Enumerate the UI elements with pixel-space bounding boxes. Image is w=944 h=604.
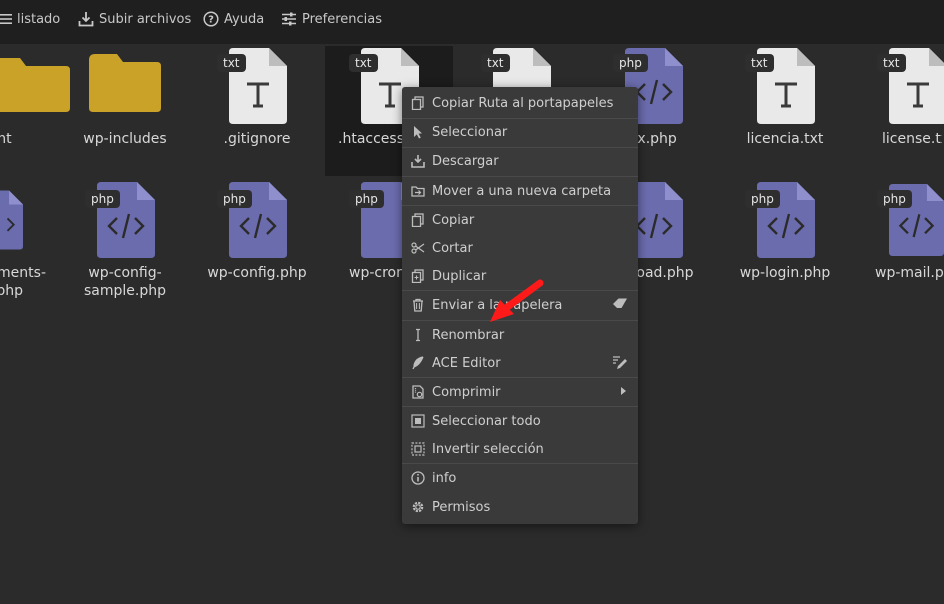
menu-item-label: Invertir selección bbox=[432, 441, 544, 457]
select-all-icon bbox=[411, 414, 425, 428]
menu-item-move-to-new-folder[interactable]: Mover a una nueva carpeta bbox=[402, 177, 638, 205]
file-item[interactable]: txt license.txt bbox=[857, 46, 944, 156]
file-type-badge: txt bbox=[481, 54, 510, 72]
file-item[interactable]: php wp-config- sample.php bbox=[65, 180, 185, 300]
gear-icon bbox=[412, 501, 424, 513]
menu-item-invert-selection[interactable]: Invertir selección bbox=[402, 435, 638, 463]
file-item[interactable]: ments- php bbox=[0, 180, 53, 300]
file-name-line2: php bbox=[0, 283, 23, 299]
upload-button[interactable]: Subir archivos bbox=[78, 0, 191, 38]
file-type-badge: php bbox=[613, 54, 648, 72]
menu-item-cut[interactable]: Cortar bbox=[402, 234, 638, 262]
file-type-badge: txt bbox=[349, 54, 378, 72]
upload-icon bbox=[78, 12, 94, 27]
file-name: .gitignore bbox=[223, 131, 291, 147]
preferences-button[interactable]: Preferencias bbox=[281, 0, 382, 38]
folder-icon bbox=[89, 54, 161, 112]
file-name: wp-mail.php bbox=[875, 265, 944, 281]
sliders-icon bbox=[282, 12, 296, 26]
file-item[interactable]: ntent bbox=[0, 50, 70, 150]
preferences-label: Preferencias bbox=[302, 11, 383, 27]
help-button[interactable]: ? Ayuda bbox=[203, 0, 264, 38]
list-view-label: listado bbox=[17, 11, 61, 27]
menu-item-label: Permisos bbox=[432, 499, 491, 515]
menu-item-label: Copiar Ruta al portapapeles bbox=[432, 95, 614, 111]
help-label: Ayuda bbox=[224, 11, 265, 27]
menu-item-label: Mover a una nueva carpeta bbox=[432, 183, 612, 199]
edit-shortcut-icon bbox=[613, 356, 627, 369]
list-view-button[interactable]: listado bbox=[0, 0, 60, 38]
red-arrow-annotation bbox=[490, 279, 544, 322]
submenu-arrow-icon bbox=[621, 387, 626, 395]
copy-icon bbox=[411, 213, 424, 227]
upload-label: Subir archivos bbox=[99, 11, 192, 27]
menu-item-copy[interactable]: Copiar bbox=[402, 206, 638, 234]
compress-icon bbox=[412, 385, 424, 399]
file-type-badge: php bbox=[85, 190, 120, 208]
menu-item-label: Descargar bbox=[432, 153, 499, 169]
folder-move-icon bbox=[411, 186, 425, 197]
file-type-badge: txt bbox=[877, 54, 906, 72]
download-icon bbox=[411, 155, 425, 168]
menu-item-info[interactable]: info bbox=[402, 464, 638, 492]
file-name: licencia.txt bbox=[746, 131, 824, 147]
file-type-badge: txt bbox=[217, 54, 246, 72]
menu-item-ace-editor[interactable]: ACE Editor bbox=[402, 349, 638, 377]
menu-item-label: info bbox=[432, 470, 457, 486]
info-icon bbox=[411, 471, 425, 485]
file-name: ntent bbox=[0, 131, 12, 147]
menu-item-label: Seleccionar bbox=[432, 124, 508, 140]
file-item[interactable]: php wp-config.php bbox=[197, 180, 317, 290]
file-item[interactable]: txt licencia.txt bbox=[725, 46, 845, 156]
eraser-icon bbox=[613, 298, 627, 308]
menu-item-permissions[interactable]: Permisos bbox=[402, 493, 638, 521]
file-item[interactable]: txt .gitignore bbox=[197, 46, 317, 156]
menu-item-label: Copiar bbox=[432, 212, 475, 228]
menu-item-label: Seleccionar todo bbox=[432, 413, 541, 429]
file-name: license.txt bbox=[882, 131, 942, 147]
text-cursor-icon bbox=[416, 328, 420, 342]
help-icon: ? bbox=[203, 11, 219, 27]
file-type-badge: php bbox=[877, 190, 912, 208]
toolbar: listado Subir archivos ? Ayuda Preferenc… bbox=[0, 0, 944, 44]
file-name: ments- bbox=[0, 265, 46, 281]
code-file-icon bbox=[0, 190, 23, 250]
file-item[interactable]: php wp-mail.php bbox=[857, 180, 944, 290]
file-name: wp-config- bbox=[88, 265, 162, 281]
file-type-badge: txt bbox=[745, 54, 774, 72]
file-type-badge: php bbox=[217, 190, 252, 208]
pointer-icon bbox=[414, 126, 422, 139]
list-icon bbox=[0, 14, 12, 24]
menu-item-copy-path[interactable]: Copiar Ruta al portapapeles bbox=[402, 89, 638, 117]
file-name: wp-login.php bbox=[739, 265, 831, 281]
svg-text:?: ? bbox=[208, 15, 214, 26]
file-item[interactable]: wp-includes bbox=[65, 50, 185, 150]
folder-icon bbox=[0, 58, 70, 112]
scissors-icon bbox=[411, 242, 425, 254]
menu-item-label: Renombrar bbox=[432, 327, 505, 343]
file-name: wp-includes bbox=[83, 131, 167, 147]
menu-item-download[interactable]: Descargar bbox=[402, 147, 638, 175]
trash-icon bbox=[413, 298, 423, 312]
menu-item-label: ACE Editor bbox=[432, 355, 501, 371]
duplicate-icon bbox=[411, 269, 424, 283]
menu-item-label: Comprimir bbox=[432, 384, 501, 400]
file-type-badge: php bbox=[349, 190, 384, 208]
file-name: wp-config.php bbox=[207, 265, 307, 281]
invert-selection-icon bbox=[411, 442, 425, 456]
feather-icon bbox=[412, 356, 424, 370]
menu-item-compress[interactable]: Comprimir bbox=[402, 378, 638, 406]
file-item[interactable]: php wp-login.php bbox=[725, 180, 845, 290]
menu-item-select[interactable]: Seleccionar bbox=[402, 118, 638, 146]
menu-item-label: Cortar bbox=[432, 240, 473, 256]
file-type-badge: php bbox=[745, 190, 780, 208]
file-name-line2: sample.php bbox=[84, 283, 166, 299]
menu-item-label: Duplicar bbox=[432, 268, 487, 284]
menu-item-select-all[interactable]: Seleccionar todo bbox=[402, 407, 638, 435]
copy-icon bbox=[411, 96, 424, 110]
